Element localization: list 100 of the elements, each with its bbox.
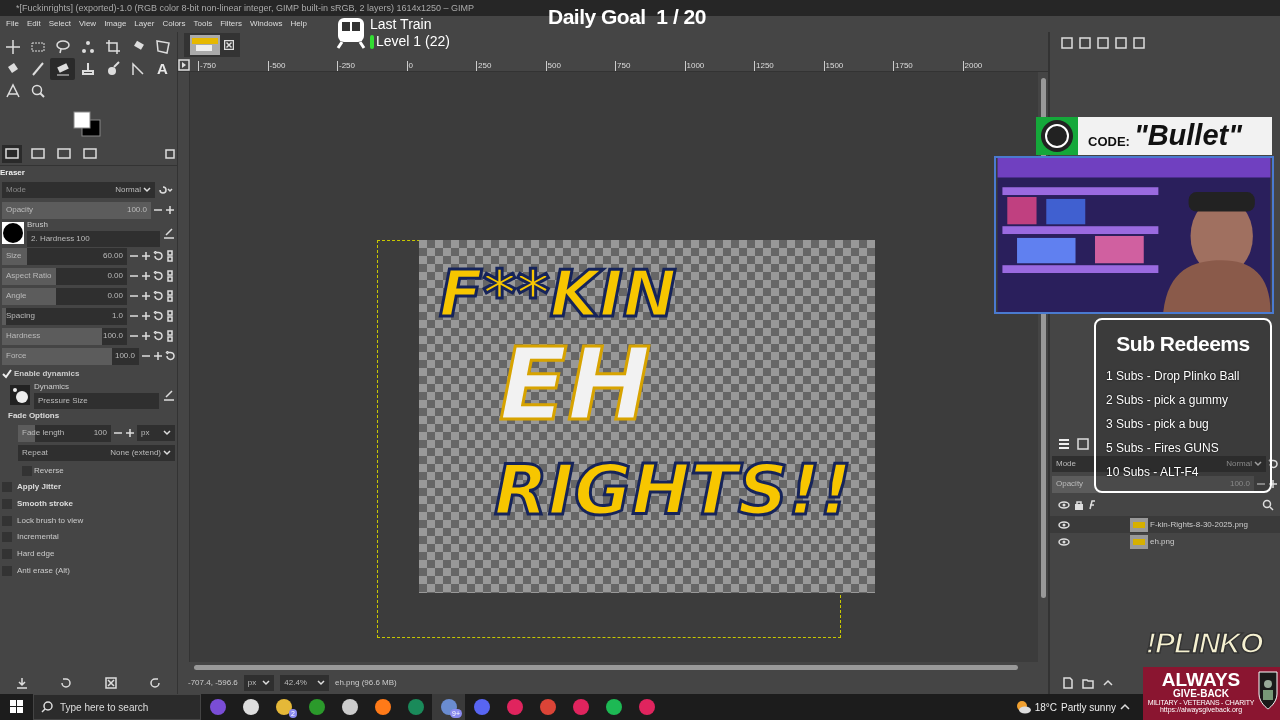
eye-icon[interactable] <box>1058 520 1070 529</box>
chain-icon[interactable] <box>165 250 175 262</box>
lasso-icon[interactable] <box>54 39 71 55</box>
plus-icon[interactable] <box>125 428 135 438</box>
chevron-down-icon[interactable] <box>262 680 271 686</box>
checkbox-label: Hard edge <box>17 548 55 561</box>
navigate-icon[interactable] <box>178 59 190 71</box>
chevron-up-icon[interactable] <box>1120 702 1130 712</box>
reset-icon[interactable] <box>153 331 163 341</box>
plus-icon[interactable] <box>153 351 163 361</box>
edit-icon[interactable] <box>163 389 175 401</box>
eye-icon[interactable] <box>1058 537 1070 546</box>
edit-icon[interactable] <box>163 227 175 239</box>
repeat-dropdown[interactable]: Repeat None (extend) <box>18 445 175 461</box>
unit-dropdown[interactable]: px <box>137 425 175 441</box>
close-icon[interactable] <box>224 40 234 50</box>
plus-icon[interactable] <box>141 271 151 281</box>
chain-icon[interactable] <box>165 290 175 302</box>
image-thumbnail-icon[interactable] <box>190 35 220 55</box>
slider[interactable]: Spacing 1.0 <box>2 307 127 325</box>
reset-icon[interactable] <box>153 291 163 301</box>
scrollbar[interactable] <box>194 664 1018 670</box>
eraser-icon[interactable] <box>54 61 71 77</box>
chevron-down-icon[interactable] <box>1254 461 1262 467</box>
search-icon[interactable] <box>1262 499 1274 511</box>
stamp-icon[interactable] <box>79 61 96 77</box>
lock-icon[interactable] <box>1074 500 1084 510</box>
menu-item[interactable]: File <box>2 18 23 30</box>
chevron-down-icon[interactable] <box>316 680 325 686</box>
menu-item[interactable]: Tools <box>189 18 217 30</box>
menu-item[interactable]: Windows <box>245 18 287 30</box>
zoom-dropdown[interactable]: 42.4% <box>280 675 329 691</box>
overlay-item: 3 Subs - pick a bug <box>1106 416 1209 431</box>
slider[interactable]: Force 100.0 <box>2 347 139 365</box>
undo-icon[interactable] <box>60 677 73 689</box>
save-icon[interactable] <box>16 677 29 689</box>
layer-name: F-kin-Rights-8-30-2025.png <box>1150 518 1248 531</box>
panel-menu-icon[interactable] <box>165 148 175 159</box>
layers-tab-icon[interactable] <box>1056 436 1072 452</box>
plus-icon[interactable] <box>141 311 151 321</box>
weather-icon[interactable] <box>1014 699 1031 715</box>
chevron-down-icon[interactable] <box>163 430 171 436</box>
menu-item[interactable]: Help <box>286 18 311 30</box>
brush-field[interactable]: 2. Hardness 100 <box>27 231 160 247</box>
reset-dropdown-icon[interactable] <box>157 184 175 196</box>
slider[interactable]: Aspect Ratio 0.00 <box>2 267 127 285</box>
fuzzy-select-icon[interactable] <box>79 39 96 55</box>
slider[interactable]: Opacity 100.0 <box>2 201 151 219</box>
zoom-icon[interactable] <box>29 83 46 99</box>
menu-item[interactable]: View <box>74 18 101 30</box>
checkbox-label: Incremental <box>17 531 59 544</box>
plus-icon[interactable] <box>141 291 151 301</box>
menu-item[interactable]: Image <box>100 18 131 30</box>
slider[interactable]: Angle 0.00 <box>2 287 127 305</box>
chain-icon[interactable] <box>165 330 175 342</box>
rectangle-select-icon[interactable] <box>29 39 46 55</box>
slider[interactable]: Fade length 100 <box>18 424 111 442</box>
reset-icon[interactable] <box>153 251 163 261</box>
menu-item[interactable]: Colors <box>158 18 190 30</box>
delete-icon[interactable] <box>104 677 117 689</box>
brush-preview-icon[interactable] <box>2 222 24 244</box>
effects-icon[interactable] <box>1088 500 1098 510</box>
search-icon <box>41 701 53 713</box>
slider[interactable]: Size 60.00 <box>2 247 127 265</box>
new-layer-icon[interactable] <box>1062 677 1074 689</box>
transform-icon[interactable] <box>154 39 171 55</box>
menu-item[interactable]: Layer <box>130 18 159 30</box>
plus-icon[interactable] <box>1268 479 1278 489</box>
weather-text: Partly sunny <box>1060 700 1116 715</box>
move-icon[interactable] <box>4 39 21 55</box>
slider[interactable]: Hardness 100.0 <box>2 327 127 345</box>
ruler-label: 1000 <box>684 61 754 71</box>
plus-icon[interactable] <box>141 331 151 341</box>
plus-icon[interactable] <box>141 251 151 261</box>
search-field[interactable]: Type here to search <box>33 694 201 720</box>
chain-icon[interactable] <box>165 270 175 282</box>
dynamics-field[interactable]: Pressure Size <box>34 393 159 409</box>
reset-icon[interactable] <box>153 311 163 321</box>
menu-item[interactable]: Filters <box>216 18 246 30</box>
mode-dropdown[interactable]: Mode Normal <box>2 182 155 198</box>
menu-item[interactable]: Edit <box>22 18 45 30</box>
reset-icon[interactable] <box>153 271 163 281</box>
checkbox[interactable] <box>2 368 12 379</box>
chevron-down-icon[interactable] <box>163 450 171 456</box>
eye-icon[interactable] <box>1058 501 1070 509</box>
layer-row[interactable]: eh.png <box>1050 533 1280 550</box>
plus-icon[interactable] <box>165 205 175 215</box>
layer-row[interactable]: F-kin-Rights-8-30-2025.png <box>1050 516 1280 533</box>
reset-icon[interactable] <box>148 677 161 689</box>
crop-icon[interactable] <box>104 39 121 55</box>
reset-icon[interactable] <box>165 351 175 361</box>
unit-dropdown[interactable]: px <box>243 675 275 691</box>
reset-icon[interactable] <box>1268 459 1278 469</box>
dynamics-icon[interactable] <box>10 385 30 405</box>
chevron-down-icon[interactable] <box>143 187 151 193</box>
chain-icon[interactable] <box>165 310 175 322</box>
text-tool-button[interactable]: A <box>150 58 175 80</box>
measure-icon[interactable] <box>4 83 21 99</box>
new-group-icon[interactable] <box>1082 677 1094 689</box>
menu-item[interactable]: Select <box>44 18 75 30</box>
